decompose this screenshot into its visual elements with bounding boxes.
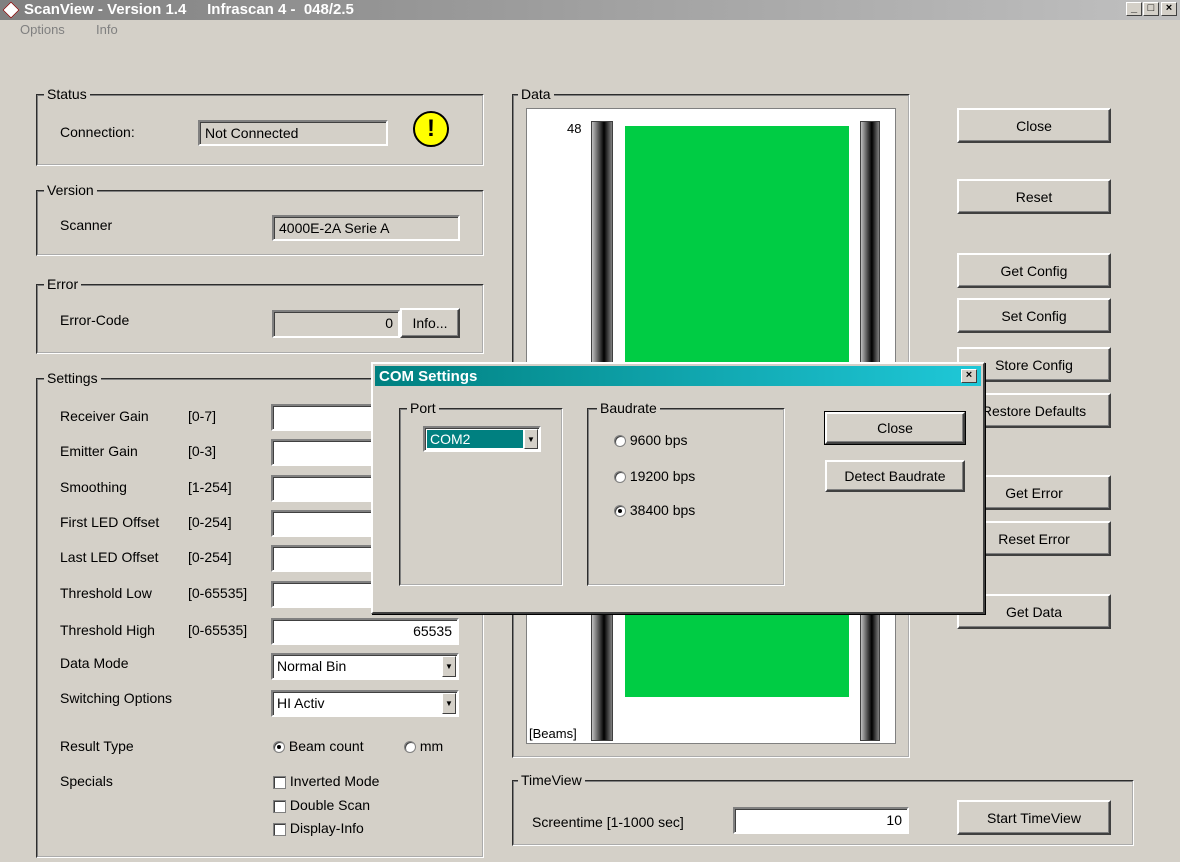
dialog-close-button[interactable]: Close (824, 411, 966, 445)
settings-group-label: Settings (44, 370, 101, 386)
double-scan-label: Double Scan (289, 797, 371, 813)
port-value: COM2 (427, 430, 523, 448)
setting-range-receiver-gain: [0-7] (188, 408, 217, 424)
switching-options-value: HI Activ (277, 695, 325, 711)
baudrate-group-label: Baudrate (597, 400, 660, 416)
baud-38400-radio[interactable]: 38400 bps (614, 502, 695, 518)
get-config-button[interactable]: Get Config (957, 253, 1111, 288)
baud-9600-radio[interactable]: 9600 bps (614, 432, 688, 448)
radio-selected-icon[interactable] (614, 505, 626, 518)
display-info-label: Display-Info (289, 820, 364, 836)
menu-options[interactable]: Options (20, 22, 65, 37)
result-type-label: Result Type (60, 738, 134, 754)
connection-status-field: Not Connected (198, 120, 388, 146)
app-icon (2, 1, 20, 19)
data-mode-select[interactable]: Normal Bin ▼ (271, 653, 459, 680)
radio-unselected-icon[interactable] (404, 741, 416, 754)
data-top-value: 48 (567, 121, 582, 136)
switching-options-select[interactable]: HI Activ ▼ (271, 690, 459, 717)
scanner-label: Scanner (60, 217, 113, 233)
result-beam-count-label: Beam count (288, 738, 364, 754)
radio-unselected-icon[interactable] (614, 471, 626, 484)
baud-19200-radio[interactable]: 19200 bps (614, 468, 695, 484)
port-select[interactable]: COM2 ▼ (423, 426, 541, 452)
port-group-label: Port (407, 400, 439, 416)
version-group-label: Version (44, 182, 97, 198)
maximize-button[interactable]: □ (1143, 2, 1159, 16)
close-window-button[interactable]: × (1161, 2, 1177, 16)
chevron-down-icon[interactable]: ▼ (442, 656, 456, 677)
axis-unit-label: [Beams] (529, 726, 577, 741)
setting-name-receiver-gain: Receiver Gain (60, 408, 149, 424)
dialog-close-icon[interactable]: × (961, 369, 977, 383)
data-mode-label: Data Mode (60, 655, 129, 671)
checkbox-icon[interactable] (273, 822, 286, 836)
chevron-down-icon[interactable]: ▼ (442, 693, 456, 714)
connection-label: Connection: (60, 124, 135, 140)
setting-range-smoothing: [1-254] (188, 479, 232, 495)
setting-range-threshold-high: [0-65535] (188, 622, 248, 638)
radio-unselected-icon[interactable] (614, 435, 626, 448)
minimize-button[interactable]: _ (1126, 2, 1142, 16)
chevron-down-icon[interactable]: ▼ (524, 429, 538, 449)
baud-9600-label: 9600 bps (629, 432, 688, 448)
data-mode-value: Normal Bin (277, 658, 347, 674)
screentime-input[interactable]: 10 (733, 807, 909, 834)
error-code-field: 0 (272, 310, 400, 338)
error-info-button[interactable]: Info... (400, 308, 460, 338)
set-config-button[interactable]: Set Config (957, 298, 1111, 333)
checkbox-icon[interactable] (273, 775, 286, 789)
warning-icon: ! (413, 111, 449, 147)
setting-name-first-led-offset: First LED Offset (60, 514, 160, 530)
result-mm-label: mm (419, 738, 444, 754)
title-bar: ScanView - Version 1.4 Infrascan 4 - 048… (0, 0, 1180, 20)
data-group-label: Data (518, 86, 554, 102)
threshold-high-input[interactable]: 65535 (271, 618, 459, 645)
menu-info[interactable]: Info (96, 22, 118, 37)
screentime-label: Screentime [1-1000 sec] (532, 814, 684, 830)
setting-name-emitter-gain: Emitter Gain (60, 443, 138, 459)
error-code-label: Error-Code (60, 312, 130, 328)
timeview-group-label: TimeView (518, 772, 585, 788)
result-beam-count-radio[interactable]: Beam count (273, 738, 364, 754)
setting-name-last-led-offset: Last LED Offset (60, 549, 159, 565)
status-group-label: Status (44, 86, 90, 102)
baud-19200-label: 19200 bps (629, 468, 696, 484)
radio-selected-icon[interactable] (273, 741, 285, 754)
setting-range-last-led-offset: [0-254] (188, 549, 232, 565)
dialog-title: COM Settings (379, 368, 478, 385)
result-mm-radio[interactable]: mm (404, 738, 443, 754)
reset-button[interactable]: Reset (957, 179, 1111, 214)
setting-range-threshold-low: [0-65535] (188, 585, 248, 601)
display-info-checkbox[interactable]: Display-Info (273, 820, 364, 836)
checkbox-icon[interactable] (273, 799, 286, 813)
specials-label: Specials (60, 773, 113, 789)
dialog-title-bar: COM Settings (375, 366, 981, 386)
window-title: ScanView - Version 1.4 Infrascan 4 - 048… (24, 1, 354, 18)
start-timeview-button[interactable]: Start TimeView (957, 800, 1111, 835)
scanner-field: 4000E-2A Serie A (272, 215, 460, 241)
baud-38400-label: 38400 bps (629, 502, 696, 518)
inverted-mode-checkbox[interactable]: Inverted Mode (273, 773, 379, 789)
setting-name-smoothing: Smoothing (60, 479, 127, 495)
detect-baudrate-button[interactable]: Detect Baudrate (825, 460, 965, 492)
setting-name-threshold-low: Threshold Low (60, 585, 152, 601)
setting-range-emitter-gain: [0-3] (188, 443, 217, 459)
double-scan-checkbox[interactable]: Double Scan (273, 797, 370, 813)
inverted-mode-label: Inverted Mode (289, 773, 380, 789)
error-group-label: Error (44, 276, 82, 292)
setting-name-threshold-high: Threshold High (60, 622, 155, 638)
setting-range-first-led-offset: [0-254] (188, 514, 232, 530)
close-button[interactable]: Close (957, 108, 1111, 143)
switching-options-label: Switching Options (60, 690, 173, 706)
com-settings-dialog: COM Settings × Port COM2 ▼ Baudrate 9600… (371, 362, 985, 614)
